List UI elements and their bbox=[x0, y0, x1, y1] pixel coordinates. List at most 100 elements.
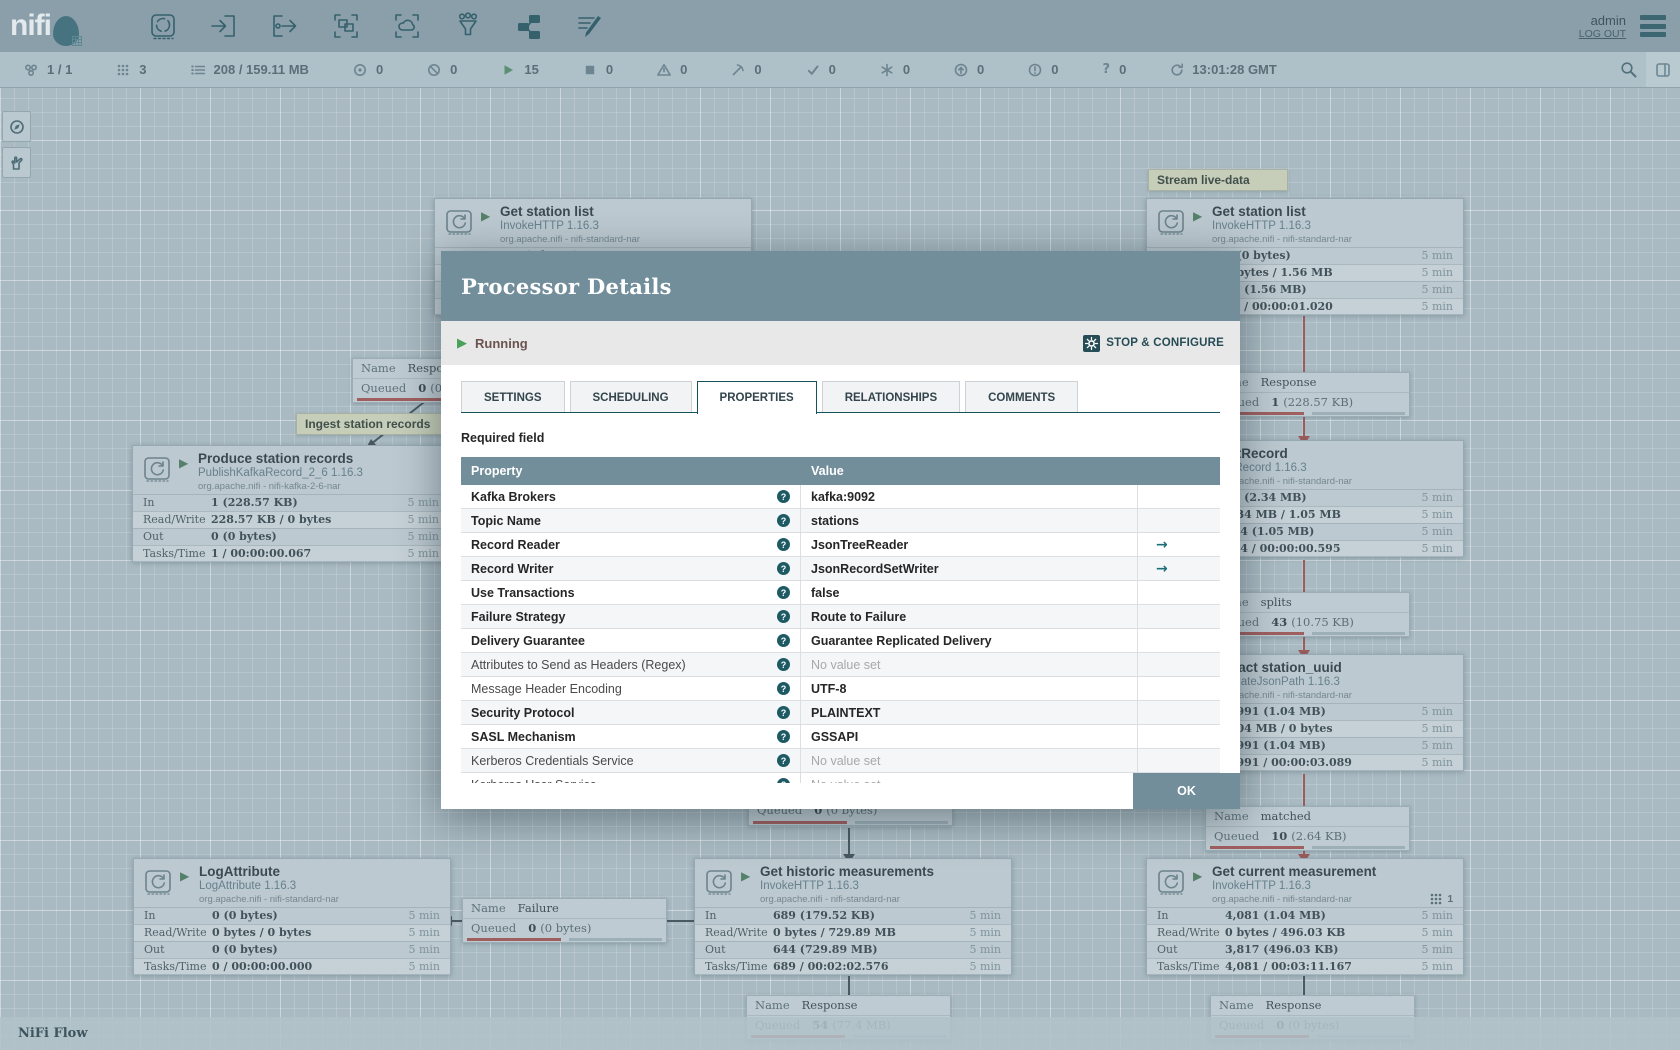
required-field-note: Required field bbox=[461, 431, 545, 445]
funnel-icon[interactable] bbox=[449, 6, 487, 46]
operate-palette-button[interactable] bbox=[2, 147, 31, 178]
connection-line bbox=[848, 976, 850, 997]
connection-label-failure[interactable]: Name Failure Queued 0 (0 bytes) bbox=[462, 898, 667, 943]
property-row[interactable]: SASL Mechanism ? GSSAPI bbox=[461, 725, 1220, 749]
nifi-logo: nifi bbox=[10, 4, 122, 48]
tab-comments[interactable]: COMMENTS bbox=[965, 381, 1079, 413]
running-icon bbox=[501, 63, 515, 77]
property-row[interactable]: Delivery Guarantee ? Guarantee Replicate… bbox=[461, 629, 1220, 653]
help-icon[interactable]: ? bbox=[777, 490, 790, 503]
stat-row: Tasks/Time 0 / 00:00:00.000 5 min bbox=[134, 958, 450, 975]
help-icon[interactable]: ? bbox=[777, 514, 790, 527]
running-icon: ▶ bbox=[1193, 209, 1203, 223]
stop-and-configure-button[interactable]: STOP & CONFIGURE bbox=[1083, 334, 1224, 352]
help-icon[interactable]: ? bbox=[777, 778, 790, 783]
template-icon[interactable] bbox=[510, 6, 548, 46]
processor-get-historic-measurements[interactable]: ▶ Get historic measurements InvokeHTTP 1… bbox=[694, 858, 1012, 975]
transmitting-count: 0 bbox=[353, 62, 383, 77]
property-row[interactable]: Security Protocol ? PLAINTEXT bbox=[461, 701, 1220, 725]
transmitting-icon bbox=[353, 63, 367, 77]
tab-settings[interactable]: SETTINGS bbox=[461, 381, 565, 413]
property-row[interactable]: Message Header Encoding ? UTF-8 bbox=[461, 677, 1220, 701]
stat-row: In0 (0 bytes)5 min bbox=[134, 907, 450, 924]
go-to-service-icon[interactable]: → bbox=[1156, 561, 1168, 577]
running-count: 15 bbox=[501, 62, 539, 77]
output-port-icon[interactable] bbox=[266, 6, 304, 46]
help-icon[interactable]: ? bbox=[777, 730, 790, 743]
refresh-icon[interactable] bbox=[1170, 62, 1184, 77]
processor-produce-station-records[interactable]: ▶ Produce station records PublishKafkaRe… bbox=[132, 445, 450, 562]
queued-count: 208 / 159.11 MB bbox=[190, 62, 309, 77]
help-icon[interactable]: ? bbox=[777, 610, 790, 623]
input-port-icon[interactable] bbox=[205, 6, 243, 46]
panel-icon[interactable] bbox=[1646, 52, 1680, 87]
running-icon: ▶ bbox=[1193, 869, 1203, 883]
property-row[interactable]: Failure Strategy ? Route to Failure bbox=[461, 605, 1220, 629]
property-row[interactable]: Kerberos Credentials Service ? No value … bbox=[461, 749, 1220, 773]
property-value: GSSAPI bbox=[811, 729, 859, 744]
search-icon[interactable] bbox=[1610, 52, 1646, 87]
up-to-date-count: 0 bbox=[806, 62, 836, 77]
property-row[interactable]: Record Writer ? JsonRecordSetWriter → bbox=[461, 557, 1220, 581]
processor-logattribute[interactable]: ▶ LogAttribute LogAttribute 1.16.3 org.a… bbox=[133, 858, 451, 975]
last-refresh[interactable]: 13:01:28 GMT bbox=[1170, 62, 1277, 77]
connection-label-matched[interactable]: Name matched Queued 10 (2.64 KB) bbox=[1205, 806, 1410, 851]
navigate-palette-button[interactable] bbox=[2, 111, 31, 142]
logout-link[interactable]: LOG OUT bbox=[1579, 28, 1626, 40]
property-name: Kerberos Credentials Service bbox=[471, 753, 634, 768]
app-header: nifi admin LOG OUT bbox=[0, 0, 1680, 52]
ok-button[interactable]: OK bbox=[1133, 773, 1240, 809]
property-row[interactable]: Attributes to Send as Headers (Regex) ? … bbox=[461, 653, 1220, 677]
stopped-icon bbox=[583, 63, 597, 77]
property-row[interactable]: Kafka Brokers ? kafka:9092 bbox=[461, 485, 1220, 509]
breadcrumb[interactable]: NiFi Flow bbox=[18, 1026, 88, 1041]
help-icon[interactable]: ? bbox=[777, 634, 790, 647]
help-icon[interactable]: ? bbox=[777, 562, 790, 575]
connection-line bbox=[452, 920, 462, 922]
property-row[interactable]: Record Reader ? JsonTreeReader → bbox=[461, 533, 1220, 557]
threads-icon bbox=[116, 63, 130, 77]
property-name: Record Reader bbox=[471, 537, 560, 552]
value-column-header: Value bbox=[811, 464, 844, 478]
stat-row: Out 0 (0 bytes) 5 min bbox=[134, 941, 450, 958]
processor-bundle: org.apache.nifi - nifi-standard-nar bbox=[1212, 234, 1352, 245]
help-icon[interactable]: ? bbox=[777, 586, 790, 599]
go-to-service-icon[interactable]: → bbox=[1156, 537, 1168, 553]
property-column-header: Property bbox=[471, 464, 523, 478]
processor-bundle: org.apache.nifi - nifi-standard-nar bbox=[760, 894, 900, 905]
help-icon[interactable]: ? bbox=[777, 682, 790, 695]
tab-scheduling[interactable]: SCHEDULING bbox=[569, 381, 692, 413]
property-name: Use Transactions bbox=[471, 585, 575, 600]
help-icon[interactable]: ? bbox=[777, 538, 790, 551]
property-value: kafka:9092 bbox=[811, 489, 875, 504]
locally-modified-count: 0 bbox=[880, 62, 910, 77]
processor-icon[interactable] bbox=[144, 6, 182, 46]
canvas-label[interactable]: Stream live-data bbox=[1148, 169, 1288, 191]
canvas-label[interactable]: Ingest station records bbox=[296, 413, 448, 435]
processor-stats: In 1 (228.57 KB) 5 min Read/Write 228.57 KB … bbox=[133, 494, 449, 562]
processor-name: LogAttribute bbox=[199, 864, 280, 879]
help-icon[interactable]: ? bbox=[777, 658, 790, 671]
property-name: Message Header Encoding bbox=[471, 681, 622, 696]
processor-type: InvokeHTTP 1.16.3 bbox=[760, 880, 859, 892]
global-menu-icon[interactable] bbox=[1640, 15, 1666, 37]
processor-type: LogAttribute 1.16.3 bbox=[199, 880, 297, 892]
running-icon: ▶ bbox=[180, 869, 190, 883]
processor-name: Get current measurement bbox=[1212, 864, 1377, 879]
tab-properties[interactable]: PROPERTIES bbox=[696, 381, 817, 414]
property-value: No value set bbox=[811, 778, 880, 784]
process-group-icon[interactable] bbox=[327, 6, 365, 46]
label-icon[interactable] bbox=[571, 6, 609, 46]
help-icon[interactable]: ? bbox=[777, 754, 790, 767]
remote-process-group-icon[interactable] bbox=[388, 6, 426, 46]
tab-relationships[interactable]: RELATIONSHIPS bbox=[821, 381, 961, 413]
stat-row: In 4,081 (1.04 MB) 5 min bbox=[1147, 907, 1463, 924]
property-row[interactable]: Use Transactions ? false bbox=[461, 581, 1220, 605]
not-transmitting-count: 0 bbox=[427, 62, 457, 77]
property-name: Failure Strategy bbox=[471, 609, 566, 624]
sync-failure-icon: ? bbox=[1102, 62, 1111, 77]
help-icon[interactable]: ? bbox=[777, 706, 790, 719]
property-row[interactable]: Topic Name ? stations bbox=[461, 509, 1220, 533]
property-row[interactable]: Kerberos User Service ? No value set bbox=[461, 773, 1220, 783]
processor-get-current-measurement[interactable]: ▶ Get current measurement InvokeHTTP 1.1… bbox=[1146, 858, 1464, 975]
